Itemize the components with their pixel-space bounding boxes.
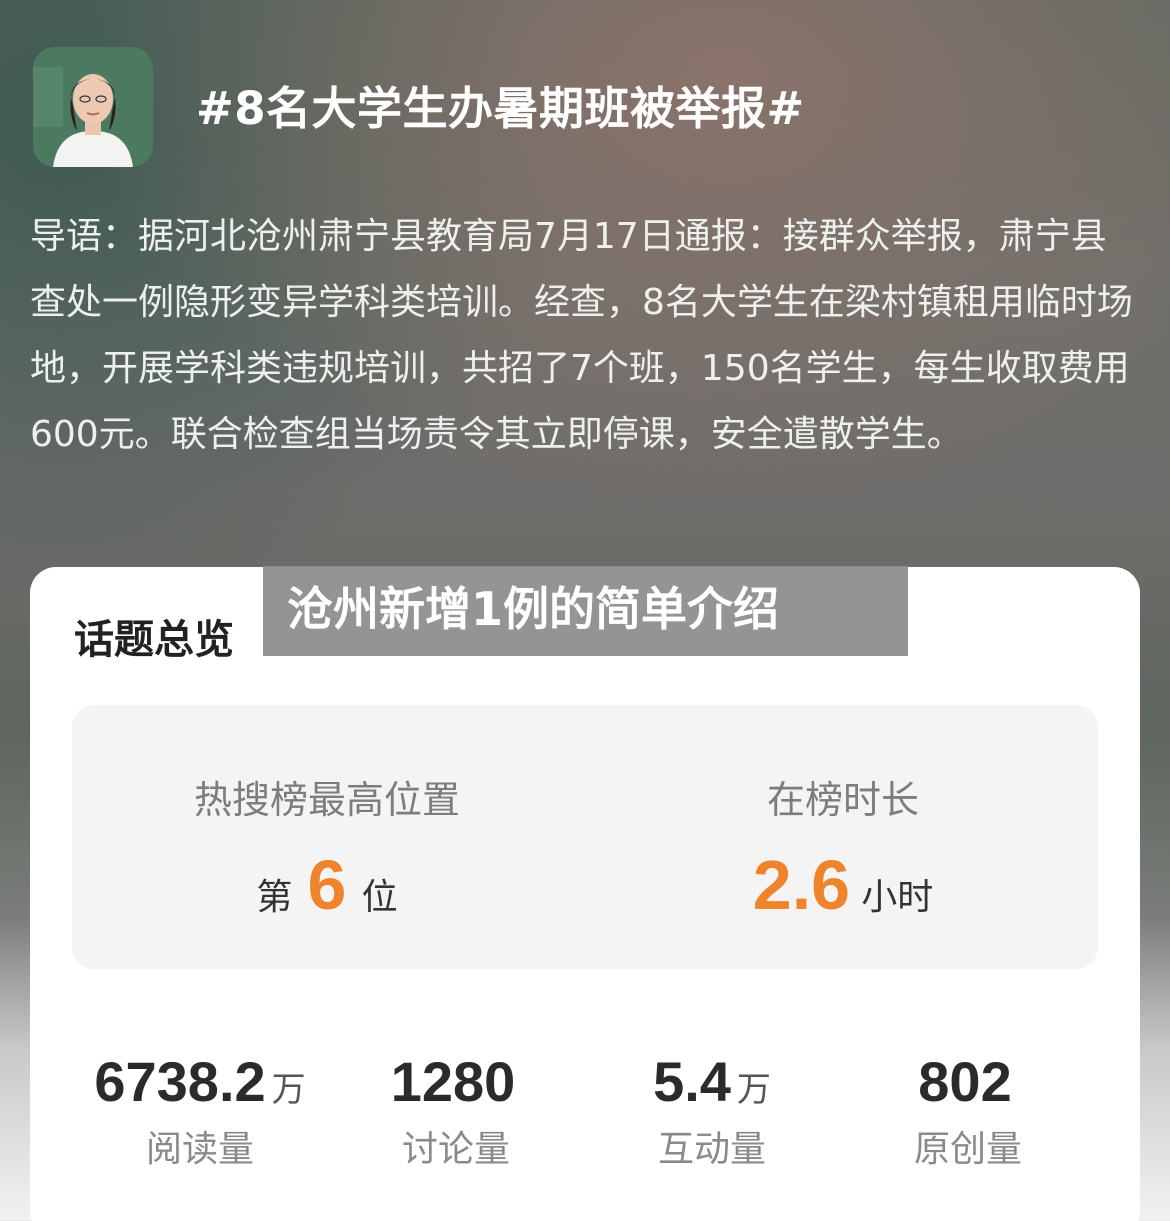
metric-originals-value: 802 [918, 1050, 1012, 1113]
metric-discussions: 1280 讨论量 [328, 1049, 584, 1172]
topic-avatar[interactable] [33, 47, 153, 167]
duration-label: 在榜时长 [766, 778, 919, 822]
metric-reads-value: 6738.2 [94, 1050, 266, 1113]
metric-discussions-value: 1280 [390, 1050, 516, 1113]
duration-value-row: 2.6 小时 [588, 845, 1098, 925]
duration-suffix: 小时 [861, 877, 934, 918]
topic-intro: 导语：据河北沧州肃宁县教育局7月17日通报：接群众举报，肃宁县查处一例隐形变异学… [30, 216, 1133, 455]
teacher-avatar-icon [33, 47, 153, 167]
hot-rank-suffix: 位 [361, 877, 398, 918]
metric-originals-label: 原创量 [913, 1129, 1022, 1170]
overlay-caption-banner: 沧州新增1例的简单介绍 [263, 566, 908, 656]
metric-interactions-unit: 万 [736, 1070, 771, 1110]
hot-rank-prefix: 第 [256, 877, 293, 918]
metric-originals: 802 原创量 [840, 1049, 1096, 1172]
metric-reads-label: 阅读量 [145, 1129, 254, 1170]
hot-rank-stat: 热搜榜最高位置 第 6 位 [72, 705, 582, 969]
hot-rank-value-row: 第 6 位 [72, 845, 582, 925]
metric-interactions-value: 5.4 [653, 1050, 731, 1113]
hot-rank-label: 热搜榜最高位置 [193, 778, 460, 822]
rank-stats-box: 热搜榜最高位置 第 6 位 在榜时长 2.6 小时 [72, 705, 1098, 969]
metric-interactions: 5.4 万 互动量 [584, 1049, 840, 1172]
metric-reads-unit: 万 [271, 1070, 306, 1110]
metrics-row: 6738.2 万 阅读量 1280 讨论量 5.4 万 互动量 802 原创量 [30, 1049, 1140, 1179]
card-title: 话题总览 [74, 617, 234, 663]
metric-reads: 6738.2 万 阅读量 [72, 1049, 328, 1172]
metric-interactions-label: 互动量 [657, 1129, 766, 1170]
duration-value: 2.6 [752, 846, 851, 924]
duration-stat: 在榜时长 2.6 小时 [588, 705, 1098, 969]
metric-discussions-label: 讨论量 [401, 1129, 510, 1170]
hot-rank-value: 6 [307, 846, 347, 924]
topic-overview-card: 话题总览 热搜榜最高位置 第 6 位 在榜时长 2.6 小时 6738.2 万 阅… [30, 567, 1140, 1221]
topic-title: #8名大学生办暑期班被举报# [196, 82, 805, 135]
